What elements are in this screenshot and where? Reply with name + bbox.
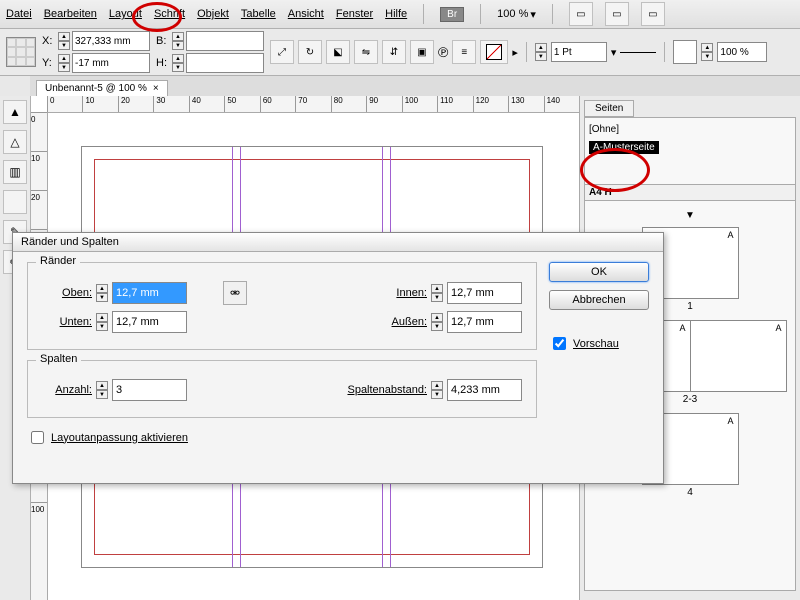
page-tool[interactable]: ▥	[3, 160, 27, 184]
control-bar: X: ▲▼ Y: ▲▼ B: ▲▼ H: ▲▼ ⤢ ↻ ⬕ ⇋ ⇵ ▣ ℗ ≡ …	[0, 29, 800, 76]
menu-schrift[interactable]: Schrift	[154, 8, 185, 20]
color-fill-icon[interactable]	[480, 40, 508, 64]
selection-tool[interactable]: ▲	[3, 100, 27, 124]
zoom2-spinner[interactable]: ▲▼	[701, 43, 713, 61]
separator	[552, 4, 553, 24]
abstand-label: Spaltenabstand:	[327, 384, 427, 396]
abstand-input[interactable]	[447, 379, 522, 401]
scale-tool-icon[interactable]: ⤢	[270, 40, 294, 64]
close-tab-icon[interactable]: ×	[153, 83, 159, 94]
menu-bearbeiten[interactable]: Bearbeiten	[44, 8, 97, 20]
unten-label: Unten:	[42, 316, 92, 328]
menu-fenster[interactable]: Fenster	[336, 8, 373, 20]
dropdown-icon[interactable]: ▾	[611, 46, 617, 59]
abstand-spinner[interactable]: ▲▼	[431, 381, 443, 399]
y-input[interactable]	[72, 53, 150, 73]
y-spinner[interactable]: ▲▼	[58, 54, 70, 72]
menu-layout[interactable]: Layout	[109, 8, 142, 20]
oben-label: Oben:	[42, 287, 92, 299]
anzahl-spinner[interactable]: ▲▼	[96, 381, 108, 399]
innen-label: Innen:	[377, 287, 427, 299]
expand-icon[interactable]: ▸	[512, 46, 518, 59]
flip-v-icon[interactable]: ⇵	[382, 40, 406, 64]
oben-input[interactable]	[112, 282, 187, 304]
arrange-icon[interactable]: ▭	[605, 2, 629, 26]
unten-spinner[interactable]: ▲▼	[96, 313, 108, 331]
page-thumb-label: 4	[589, 487, 791, 498]
cancel-button[interactable]: Abbrechen	[549, 290, 649, 310]
dialog-title: Ränder und Spalten	[13, 233, 663, 252]
h-spinner[interactable]: ▲▼	[172, 54, 184, 72]
menu-hilfe[interactable]: Hilfe	[385, 8, 407, 20]
unten-input[interactable]	[112, 311, 187, 333]
preview-checkbox[interactable]	[553, 337, 566, 350]
ok-button[interactable]: OK	[549, 262, 649, 282]
fill-none-icon[interactable]	[673, 40, 697, 64]
menubar: Datei Bearbeiten Layout Schrift Objekt T…	[0, 0, 800, 29]
fieldset-label: Ränder	[36, 255, 80, 267]
margins-fieldset: Ränder Oben: ▲▼ ⚮ Innen: ▲▼	[27, 262, 537, 350]
separator	[423, 4, 424, 24]
aussen-spinner[interactable]: ▲▼	[431, 313, 443, 331]
flip-h-icon[interactable]: ⇋	[354, 40, 378, 64]
aussen-label: Außen:	[377, 316, 427, 328]
menu-objekt[interactable]: Objekt	[197, 8, 229, 20]
link-margins-icon[interactable]: ⚮	[223, 281, 247, 305]
h-label: H:	[156, 57, 170, 69]
stroke-weight-input[interactable]	[551, 42, 607, 62]
menu-tabelle[interactable]: Tabelle	[241, 8, 276, 20]
x-label: X:	[42, 35, 56, 47]
b-spinner[interactable]: ▲▼	[172, 32, 184, 50]
zoom2-input[interactable]	[717, 42, 767, 62]
bridge-badge[interactable]: Br	[440, 7, 464, 22]
view-icon[interactable]: ▭	[641, 2, 665, 26]
h-input[interactable]	[186, 53, 264, 73]
none	[3, 190, 27, 214]
stroke-spinner[interactable]: ▲▼	[535, 43, 547, 61]
anzahl-input[interactable]	[112, 379, 187, 401]
master-a[interactable]: A-Musterseite	[589, 141, 659, 154]
anzahl-label: Anzahl:	[42, 384, 92, 396]
menu-datei[interactable]: Datei	[6, 8, 32, 20]
section-header: A4 H	[585, 184, 795, 201]
reference-point-grid[interactable]	[6, 37, 36, 67]
layout-adjust-checkbox[interactable]: Layoutanpassung aktivieren	[27, 428, 537, 447]
screen-mode-icon[interactable]: ▭	[569, 2, 593, 26]
columns-fieldset: Spalten Anzahl: ▲▼ Spaltenabstand: ▲▼	[27, 360, 537, 418]
pages-panel-tab[interactable]: Seiten	[584, 100, 634, 117]
document-tab-strip: Unbenannt-5 @ 100 % ×	[30, 76, 800, 96]
stroke-style[interactable]	[620, 52, 656, 53]
document-tab-label: Unbenannt-5 @ 100 %	[45, 83, 147, 94]
menu-ansicht[interactable]: Ansicht	[288, 8, 324, 20]
separator	[664, 42, 665, 62]
x-input[interactable]	[72, 31, 150, 51]
preview-checkbox-row[interactable]: Vorschau	[549, 334, 649, 353]
master-none[interactable]: [Ohne]	[589, 124, 791, 135]
separator	[480, 4, 481, 24]
layout-adjust-check[interactable]	[31, 431, 44, 444]
horizontal-ruler: 0102030405060708090100110120130140	[47, 96, 579, 113]
direct-selection-tool[interactable]: △	[3, 130, 27, 154]
zoom-level[interactable]: 100 %▾	[497, 8, 536, 21]
innen-spinner[interactable]: ▲▼	[431, 284, 443, 302]
oben-spinner[interactable]: ▲▼	[96, 284, 108, 302]
separator	[526, 42, 527, 62]
b-input[interactable]	[186, 31, 264, 51]
page-thumb-3[interactable]: A	[690, 320, 787, 392]
shear-tool-icon[interactable]: ⬕	[326, 40, 350, 64]
p-icon[interactable]: ℗	[438, 44, 448, 60]
b-label: B:	[156, 35, 170, 47]
margins-dialog: Ränder und Spalten Ränder Oben: ▲▼ ⚮ Inn…	[12, 232, 664, 484]
aussen-input[interactable]	[447, 311, 522, 333]
y-label: Y:	[42, 57, 56, 69]
innen-input[interactable]	[447, 282, 522, 304]
fieldset-label: Spalten	[36, 353, 81, 365]
align-icon[interactable]: ≡	[452, 40, 476, 64]
rotate-tool-icon[interactable]: ↻	[298, 40, 322, 64]
select-container-icon[interactable]: ▣	[410, 40, 434, 64]
x-spinner[interactable]: ▲▼	[58, 32, 70, 50]
document-tab[interactable]: Unbenannt-5 @ 100 % ×	[36, 80, 168, 96]
